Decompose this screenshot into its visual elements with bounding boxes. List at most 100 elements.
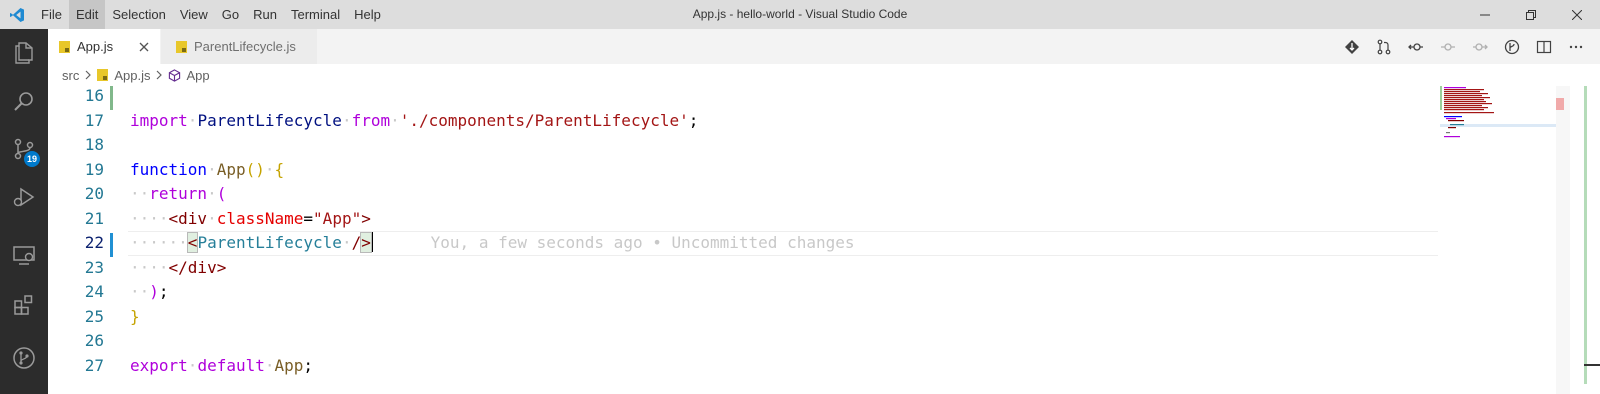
remote-explorer-icon xyxy=(13,246,35,265)
minimap-preview xyxy=(1440,86,1556,138)
menu-run[interactable]: Run xyxy=(246,0,284,29)
string-literal: "App" xyxy=(313,208,362,228)
menu-file[interactable]: File xyxy=(34,0,69,29)
breadcrumb-file[interactable]: App.js xyxy=(114,68,150,83)
keyword: export xyxy=(130,355,188,375)
menu-edit[interactable]: Edit xyxy=(68,0,106,29)
bracket: { xyxy=(274,159,285,179)
menu-selection[interactable]: Selection xyxy=(105,0,172,29)
text-cursor xyxy=(370,232,373,252)
git-graph-action-button[interactable] xyxy=(1496,29,1528,64)
tab-app-js[interactable]: App.js xyxy=(48,29,160,64)
bracket: ( xyxy=(216,184,227,203)
chevron-right-icon xyxy=(155,70,163,80)
bracket: () xyxy=(245,159,265,179)
source-control-button[interactable]: 19 xyxy=(0,125,48,173)
previous-revision-icon xyxy=(1408,42,1423,51)
run-debug-button[interactable] xyxy=(0,173,48,221)
minimize-button[interactable] xyxy=(1462,0,1508,29)
git-graph-icon xyxy=(13,347,35,369)
code-text: ······<ParentLifecycle·/> You, a few sec… xyxy=(130,232,855,253)
menu-view[interactable]: View xyxy=(173,0,215,29)
bracket: ) xyxy=(149,282,159,301)
ruler-added-marker xyxy=(1584,86,1587,384)
code-line: 23 ····</div> xyxy=(48,256,1448,281)
editor-actions xyxy=(1336,29,1592,64)
line-number: 22 xyxy=(84,233,104,252)
punctuation: ; xyxy=(688,110,699,130)
function-name: App xyxy=(216,159,246,179)
punctuation: ; xyxy=(158,282,169,301)
symbol-class-icon xyxy=(168,68,181,82)
pull-request-icon xyxy=(1377,39,1391,54)
keyword: default xyxy=(197,355,265,375)
code-text: export·default·App; xyxy=(130,355,314,375)
ruler-cursor-marker xyxy=(1584,364,1600,366)
keyword: return xyxy=(149,184,208,203)
jsx-tag: < xyxy=(186,232,199,253)
restore-button[interactable] xyxy=(1508,0,1554,29)
menu-go[interactable]: Go xyxy=(215,0,246,29)
code-line: 25 } xyxy=(48,305,1448,330)
breadcrumb-folder[interactable]: src xyxy=(62,68,79,83)
jsx-tag: </div> xyxy=(168,257,227,277)
breadcrumb: src App.js App xyxy=(48,64,1600,86)
git-graph-icon xyxy=(1504,39,1520,54)
git-graph-button[interactable] xyxy=(0,334,48,382)
code-line: 24 ··); xyxy=(48,280,1448,305)
more-actions-button[interactable] xyxy=(1560,29,1592,64)
activity-bar: 19 xyxy=(0,29,48,394)
line-number: 19 xyxy=(84,159,104,179)
extensions-button[interactable] xyxy=(0,281,48,329)
tab-parentlifecycle-js[interactable]: ParentLifecycle.js xyxy=(161,29,317,64)
minimap[interactable] xyxy=(1440,86,1556,394)
menu-terminal[interactable]: Terminal xyxy=(284,0,347,29)
jsx-tag: / xyxy=(351,233,362,252)
search-button[interactable] xyxy=(0,77,48,125)
line-number: 23 xyxy=(84,257,104,277)
previous-change-button[interactable] xyxy=(1400,29,1432,64)
commit-icon xyxy=(1441,42,1455,51)
tab-label: App.js xyxy=(77,39,114,54)
jsx-tag: > xyxy=(360,232,372,253)
code-line: 17 import·ParentLifecycle·from·'./compon… xyxy=(48,109,1448,134)
vertical-scrollbar[interactable] xyxy=(1556,86,1570,394)
menu-help[interactable]: Help xyxy=(347,0,388,29)
code-line: 18 xyxy=(48,133,1448,158)
commit-button[interactable] xyxy=(1432,29,1464,64)
jsx-attribute: className xyxy=(216,208,304,228)
scrollbar-error-marker xyxy=(1556,98,1564,110)
line-number: 27 xyxy=(84,355,104,375)
breadcrumb-symbol[interactable]: App xyxy=(186,68,209,83)
line-number: 18 xyxy=(84,135,104,154)
overview-ruler xyxy=(1584,86,1600,394)
remote-explorer-button[interactable] xyxy=(0,231,48,279)
split-editor-button[interactable] xyxy=(1528,29,1560,64)
search-icon xyxy=(14,92,33,111)
more-icon xyxy=(1569,45,1583,48)
code-line: 21 ····<div·className="App"> xyxy=(48,207,1448,232)
extensions-icon xyxy=(14,295,33,315)
minimize-icon xyxy=(1480,14,1490,15)
line-number: 26 xyxy=(84,331,104,350)
editor-tab-bar: App.js ParentLifecycle.js xyxy=(48,29,1600,64)
bracket: } xyxy=(130,306,140,326)
chevron-right-icon xyxy=(84,70,92,80)
code-line-current: 22 ······<ParentLifecycle·/> You, a few … xyxy=(48,231,1448,256)
punctuation: ; xyxy=(303,355,314,375)
explorer-button[interactable] xyxy=(0,29,48,77)
open-changes-button[interactable] xyxy=(1336,29,1368,64)
code-line: 19 function·App()·{ xyxy=(48,158,1448,183)
pull-request-button[interactable] xyxy=(1368,29,1400,64)
code-line: 26 xyxy=(48,329,1448,354)
close-window-button[interactable] xyxy=(1554,0,1600,29)
restore-icon xyxy=(1526,9,1536,20)
close-tab-button[interactable] xyxy=(136,39,152,55)
identifier: ParentLifecycle xyxy=(197,110,342,130)
code-editor[interactable]: 16 17 import·ParentLifecycle·from·'./com… xyxy=(48,86,1600,394)
close-icon xyxy=(139,42,149,52)
vscode-logo-icon xyxy=(0,0,34,29)
next-change-button[interactable] xyxy=(1464,29,1496,64)
js-file-icon xyxy=(176,40,187,53)
line-number: 17 xyxy=(84,110,104,130)
